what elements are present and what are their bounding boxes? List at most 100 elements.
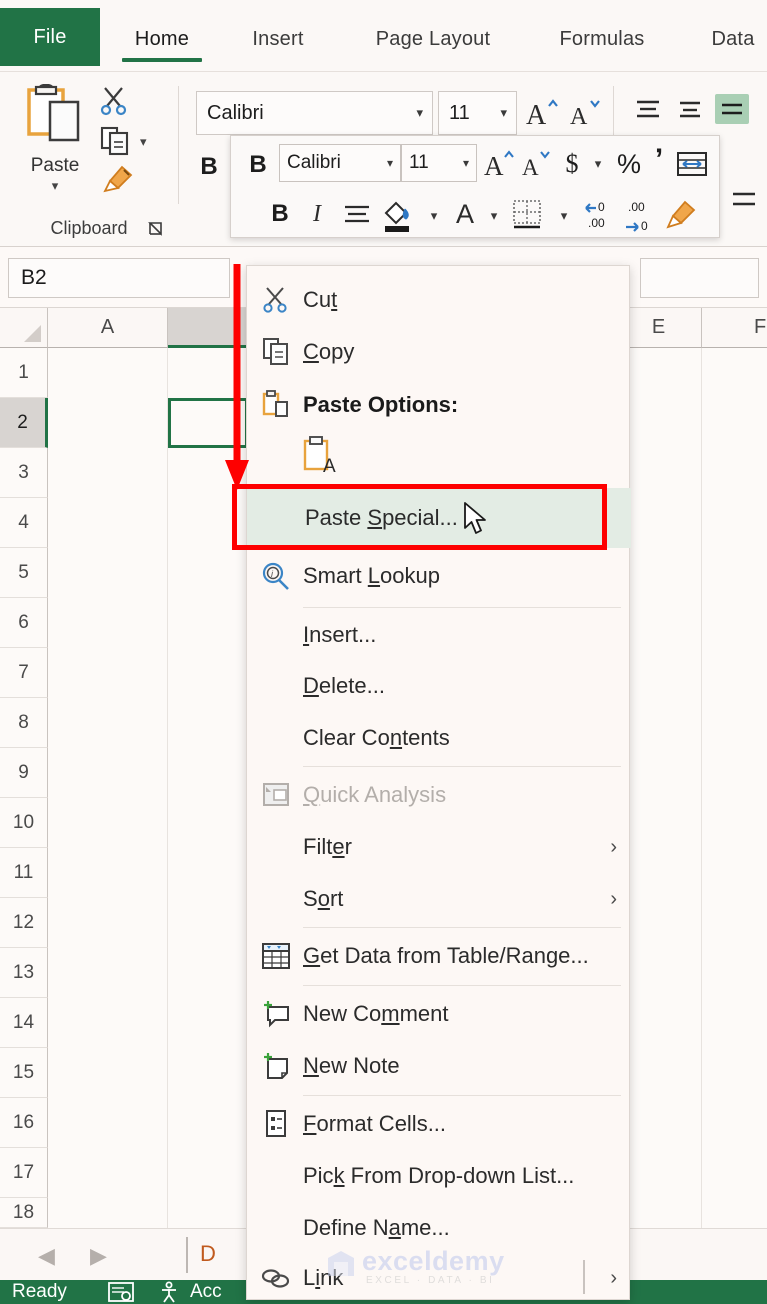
context-menu-item-smart-lookup[interactable]: i Smart Lookup [247, 550, 631, 602]
select-all-corner[interactable] [0, 308, 48, 348]
row-header-17[interactable]: 17 [0, 1148, 48, 1198]
context-menu-item-insert[interactable]: Insert... [247, 610, 631, 660]
context-menu-item-copy[interactable]: Copy [247, 326, 631, 378]
chevron-down-icon[interactable]: ▾ [52, 179, 59, 192]
mini-italic-button[interactable]: I [305, 198, 329, 230]
chevron-down-icon[interactable]: ▾ [387, 156, 400, 170]
tab-data[interactable]: Data [690, 8, 767, 72]
mini-font-size-select[interactable]: 11 ▾ [401, 144, 477, 182]
row-header-15[interactable]: 15 [0, 1048, 48, 1098]
mini-borders-button[interactable] [509, 196, 547, 234]
tab-file[interactable]: File [0, 8, 100, 66]
mini-currency-button[interactable]: $ [559, 146, 585, 182]
context-menu-item-filter[interactable]: Filter › [247, 821, 631, 873]
chevron-right-icon: › [610, 835, 617, 858]
row-header-14[interactable]: 14 [0, 998, 48, 1048]
column-header-a[interactable]: A [48, 308, 168, 348]
paste-values-a-icon[interactable]: A [302, 434, 344, 483]
tab-page-layout[interactable]: Page Layout [348, 8, 518, 72]
row-header-5[interactable]: 5 [0, 548, 48, 598]
mini-increase-decimal-button[interactable]: .00 0 [619, 196, 659, 234]
svg-text:.00: .00 [628, 200, 645, 214]
context-menu-item-cut-label: Cut [303, 287, 338, 312]
mini-fill-color-button[interactable] [379, 196, 417, 234]
mini-bold-button-2[interactable]: B [267, 198, 293, 230]
row-header-7[interactable]: 7 [0, 648, 48, 698]
format-painter-button[interactable] [102, 164, 134, 199]
context-menu-item-pick-from-list[interactable]: Pick From Drop-down List... [247, 1150, 631, 1202]
fill-chevron-down-icon[interactable]: ▾ [423, 204, 445, 228]
sheet-tab[interactable]: D [200, 1241, 216, 1267]
mini-grow-font-button[interactable]: A [483, 146, 519, 182]
mini-font-name-select[interactable]: Calibri ▾ [279, 144, 401, 182]
row-header-12[interactable]: 12 [0, 898, 48, 948]
sheet-prev-button[interactable]: ◀ [38, 1243, 55, 1269]
fontcolor-chevron-down-icon[interactable]: ▾ [483, 204, 505, 228]
row-header-4[interactable]: 4 [0, 498, 48, 548]
mini-align-button[interactable] [339, 198, 375, 230]
align-middle-button[interactable] [673, 94, 707, 124]
chevron-right-icon: › [610, 887, 617, 910]
tab-insert[interactable]: Insert [228, 8, 328, 72]
context-menu-item-quick-analysis-label: Quick Analysis [303, 782, 447, 807]
mini-decrease-decimal-button[interactable]: 0 .00 [579, 196, 619, 234]
font-name-select[interactable]: Calibri ▾ [196, 91, 433, 135]
column-header-f[interactable]: F [702, 308, 767, 348]
name-box[interactable]: B2 [8, 258, 230, 298]
row-header-16[interactable]: 16 [0, 1098, 48, 1148]
new-note-icon [259, 1051, 293, 1081]
sheet-next-button[interactable]: ▶ [90, 1243, 107, 1269]
record-macro-icon[interactable] [108, 1281, 134, 1304]
row-header-13[interactable]: 13 [0, 948, 48, 998]
mini-merge-center-button[interactable] [674, 146, 710, 182]
row-header-9[interactable]: 9 [0, 748, 48, 798]
svg-text:A: A [570, 104, 588, 130]
formula-input[interactable] [640, 258, 759, 298]
tab-formulas[interactable]: Formulas [532, 8, 672, 72]
align-bottom-button[interactable] [715, 94, 749, 124]
cut-button[interactable] [100, 86, 128, 121]
copy-chevron-down-icon[interactable]: ▾ [140, 134, 147, 150]
tab-home[interactable]: Home [112, 8, 212, 72]
context-menu-item-clear-contents[interactable]: Clear Contents [247, 712, 631, 764]
context-menu-item-format-cells[interactable]: Format Cells... [247, 1098, 631, 1150]
context-menu-item-delete[interactable]: Delete... [247, 660, 631, 712]
row-header-1[interactable]: 1 [0, 348, 48, 398]
font-size-select[interactable]: 11 ▾ [438, 91, 517, 135]
row-header-11[interactable]: 11 [0, 848, 48, 898]
row-header-3[interactable]: 3 [0, 448, 48, 498]
row-header-2[interactable]: 2 [0, 398, 48, 448]
align-extra-button[interactable] [727, 184, 761, 214]
bold-button[interactable]: B [194, 150, 224, 184]
grow-font-button[interactable]: A [524, 92, 564, 134]
align-top-button[interactable] [631, 94, 665, 124]
row-header-8[interactable]: 8 [0, 698, 48, 748]
context-menu-item-new-note[interactable]: New Note [247, 1040, 631, 1092]
borders-chevron-down-icon[interactable]: ▾ [553, 204, 575, 228]
chevron-down-icon[interactable]: ▾ [463, 156, 476, 170]
paste-button[interactable]: Paste ▾ [18, 83, 92, 194]
row-header-18[interactable]: 18 [0, 1198, 48, 1228]
mini-format-painter-button[interactable] [661, 196, 701, 234]
tab-file-label: File [33, 25, 67, 48]
row-header-10[interactable]: 10 [0, 798, 48, 848]
sheet-bar-divider [186, 1237, 188, 1273]
chevron-down-icon[interactable]: ▾ [416, 105, 432, 121]
context-menu-item-cut[interactable]: Cut [247, 274, 631, 326]
shrink-font-button[interactable]: A [568, 92, 608, 134]
chevron-down-icon[interactable]: ▾ [500, 105, 516, 121]
mini-bold-button[interactable]: B [245, 150, 271, 180]
svg-text:0: 0 [641, 219, 648, 233]
context-menu-item-get-data[interactable]: Get Data from Table/Range... [247, 930, 631, 982]
mini-font-color-button[interactable]: A [449, 196, 481, 232]
mini-shrink-font-button[interactable]: A [521, 146, 557, 182]
mini-comma-button[interactable]: ’ [647, 142, 671, 178]
currency-chevron-down-icon[interactable]: ▾ [587, 152, 609, 176]
context-menu-item-new-comment[interactable]: New Comment [247, 988, 631, 1040]
mini-percent-button[interactable]: % [613, 146, 645, 182]
row-header-6[interactable]: 6 [0, 598, 48, 648]
accessibility-icon[interactable] [158, 1281, 184, 1304]
context-menu-item-sort[interactable]: Sort › [247, 873, 631, 925]
copy-button[interactable] [100, 126, 130, 161]
clipboard-dialog-launcher-icon[interactable] [148, 221, 164, 237]
